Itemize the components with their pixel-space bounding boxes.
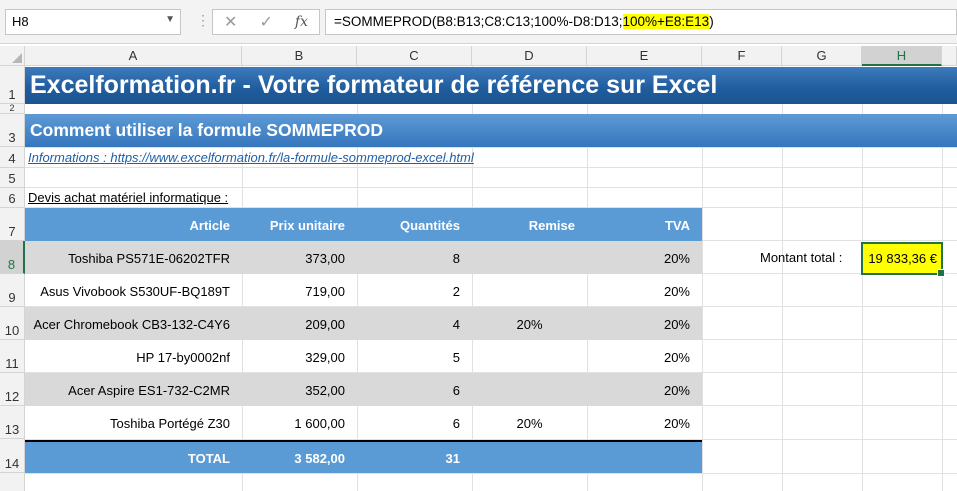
header-tva[interactable]: TVA	[587, 218, 702, 233]
column-header-g[interactable]: G	[782, 46, 862, 66]
table-row: Toshiba PS571E-06202TFR 373,00 8 20%	[25, 241, 702, 274]
cell-article[interactable]: Toshiba Portégé Z30	[25, 416, 242, 431]
column-header-a[interactable]: A	[25, 46, 242, 66]
formula-suffix: )	[709, 14, 714, 29]
header-article[interactable]: Article	[25, 218, 242, 233]
cell-tva[interactable]: 20%	[587, 416, 702, 431]
montant-total-label: Montant total :	[760, 250, 843, 265]
column-header-c[interactable]: C	[357, 46, 472, 66]
cell-quantite[interactable]: 6	[357, 383, 472, 398]
name-box-value: H8	[12, 14, 29, 29]
devis-label: Devis achat matériel informatique :	[28, 190, 229, 205]
row-header-12[interactable]: 12	[0, 373, 25, 406]
info-link[interactable]: Informations : https://www.excelformatio…	[28, 150, 474, 165]
cell-prix[interactable]: 373,00	[242, 251, 357, 266]
row-header-15[interactable]	[0, 473, 25, 491]
cell-article[interactable]: Acer Chromebook CB3-132-C4Y6	[25, 317, 242, 332]
name-box[interactable]: H8 ▼	[5, 9, 181, 35]
table-total-row: TOTAL 3 582,00 31	[25, 440, 702, 473]
cell-quantite[interactable]: 6	[357, 416, 472, 431]
cell-tva[interactable]: 20%	[587, 251, 702, 266]
cell-article[interactable]: HP 17-by0002nf	[25, 350, 242, 365]
row-header-8[interactable]: 8	[0, 241, 25, 274]
row-header-13[interactable]: 13	[0, 406, 25, 439]
cell-quantite[interactable]: 4	[357, 317, 472, 332]
sheet-subtitle-banner: Comment utiliser la formule SOMMEPROD	[25, 114, 957, 147]
column-header-d[interactable]: D	[472, 46, 587, 66]
header-quantites[interactable]: Quantités	[357, 218, 472, 233]
row-header-2[interactable]: 2	[0, 103, 25, 114]
cell-quantite[interactable]: 2	[357, 284, 472, 299]
sheet-title-banner: Excelformation.fr - Votre formateur de r…	[25, 67, 957, 104]
cell-tva[interactable]: 20%	[587, 383, 702, 398]
cell-prix[interactable]: 329,00	[242, 350, 357, 365]
table-row: HP 17-by0002nf 329,00 5 20%	[25, 340, 702, 373]
cell-tva[interactable]: 20%	[587, 284, 702, 299]
row-header-9[interactable]: 9	[0, 274, 25, 307]
formula-highlight: 100%+E8:E13	[622, 14, 710, 29]
cell-remise[interactable]: 20%	[472, 416, 587, 431]
cell-prix[interactable]: 352,00	[242, 383, 357, 398]
table-row: Acer Chromebook CB3-132-C4Y6 209,00 4 20…	[25, 307, 702, 340]
column-header-h[interactable]: H	[862, 46, 942, 66]
cell-prix[interactable]: 719,00	[242, 284, 357, 299]
select-all-button[interactable]	[0, 46, 25, 66]
montant-total-cell[interactable]: 19 833,36 €	[861, 242, 945, 277]
row-header-14[interactable]: 14	[0, 439, 25, 473]
column-header-i[interactable]	[942, 46, 957, 66]
row-header-3[interactable]: 3	[0, 114, 25, 147]
row-header-11[interactable]: 11	[0, 340, 25, 373]
cell-article[interactable]: Toshiba PS571E-06202TFR	[25, 251, 242, 266]
row-header-10[interactable]: 10	[0, 307, 25, 340]
insert-function-icon[interactable]: fx	[295, 14, 308, 30]
column-header-b[interactable]: B	[242, 46, 357, 66]
cell-tva[interactable]: 20%	[587, 317, 702, 332]
column-header-f[interactable]: F	[702, 46, 782, 66]
formula-input[interactable]: =SOMMEPROD(B8:B13;C8:C13;100%-D8:D13;100…	[325, 9, 957, 35]
row-header-6[interactable]: 6	[0, 188, 25, 208]
total-label[interactable]: TOTAL	[25, 451, 242, 466]
row-header-1[interactable]: 1	[0, 66, 25, 104]
chevron-down-icon[interactable]: ▼	[165, 14, 175, 25]
header-remise[interactable]: Remise	[472, 218, 587, 233]
formula-buttons: ✕ ✓ fx	[212, 9, 320, 35]
cell-quantite[interactable]: 5	[357, 350, 472, 365]
table-row: Acer Aspire ES1-732-C2MR 352,00 6 20%	[25, 373, 702, 406]
row-header-7[interactable]: 7	[0, 208, 25, 241]
row-header-4[interactable]: 4	[0, 147, 25, 168]
enter-icon[interactable]: ✓	[259, 12, 272, 32]
cell-prix[interactable]: 1 600,00	[242, 416, 357, 431]
total-prix[interactable]: 3 582,00	[242, 451, 357, 466]
header-prix[interactable]: Prix unitaire	[242, 218, 357, 233]
row-header-5[interactable]: 5	[0, 168, 25, 188]
cell-article[interactable]: Asus Vivobook S530UF-BQ189T	[25, 284, 242, 299]
cell-quantite[interactable]: 8	[357, 251, 472, 266]
cancel-icon[interactable]: ✕	[224, 12, 237, 32]
table-row: Asus Vivobook S530UF-BQ189T 719,00 2 20%	[25, 274, 702, 307]
cell-remise[interactable]: 20%	[472, 317, 587, 332]
table-header: Article Prix unitaire Quantités Remise T…	[25, 208, 702, 241]
cell-prix[interactable]: 209,00	[242, 317, 357, 332]
drag-handle-icon[interactable]: ⋮	[196, 12, 210, 29]
column-header-e[interactable]: E	[587, 46, 702, 66]
cell-article[interactable]: Acer Aspire ES1-732-C2MR	[25, 383, 242, 398]
formula-prefix: =SOMMEPROD(B8:B13;C8:C13;100%-D8:D13;	[334, 14, 623, 29]
cell-tva[interactable]: 20%	[587, 350, 702, 365]
total-quantite[interactable]: 31	[357, 451, 472, 466]
table-row: Toshiba Portégé Z30 1 600,00 6 20% 20%	[25, 406, 702, 440]
formula-bar: H8 ▼ ⋮ ✕ ✓ fx =SOMMEPROD(B8:B13;C8:C13;1…	[0, 0, 957, 44]
